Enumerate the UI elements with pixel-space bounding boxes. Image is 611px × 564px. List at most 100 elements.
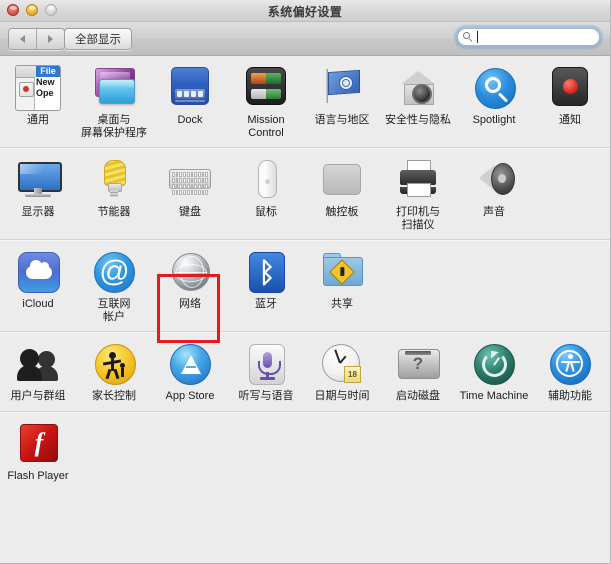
prefs-row-other: f Flash Player (0, 412, 610, 491)
back-button[interactable] (9, 29, 36, 49)
navigation-buttons (8, 28, 65, 50)
pref-pane-label: App Store (165, 390, 215, 402)
pref-pane-dictation-speech[interactable]: 听写与语音 (228, 341, 304, 403)
time-machine-icon (471, 341, 517, 387)
network-icon (167, 249, 213, 295)
search-icon (463, 31, 474, 43)
pref-pane-label: Flash Player (7, 469, 69, 482)
pref-pane-label: 触控板 (325, 206, 359, 218)
pref-pane-label: Spotlight (472, 114, 516, 126)
toolbar: 全部显示 (0, 22, 610, 56)
pref-pane-label: iCloud (22, 298, 54, 310)
pref-pane-label: Dock (177, 114, 203, 126)
pref-pane-label: 安全性与隐私 (385, 114, 451, 126)
pref-pane-label: 声音 (483, 206, 505, 218)
pref-pane-label: 键盘 (179, 206, 201, 218)
prefs-row-personal: File New Ope 通用 桌面与 屏幕保护程序 Dock Mission … (0, 56, 610, 148)
chevron-left-icon (20, 35, 25, 43)
bluetooth-icon: ᛒ (243, 249, 289, 295)
forward-button[interactable] (36, 29, 64, 49)
pref-pane-label: 节能器 (97, 206, 131, 218)
pref-pane-mission-control[interactable]: Mission Control (228, 65, 304, 139)
pref-pane-sharing[interactable]: 共享 (304, 249, 380, 323)
icloud-icon (15, 249, 61, 295)
pref-pane-sound[interactable]: 声音 (456, 157, 532, 231)
mouse-icon (243, 157, 289, 203)
pref-pane-label: 辅助功能 (548, 390, 592, 402)
pref-pane-desktop-screensaver[interactable]: 桌面与 屏幕保护程序 (76, 65, 152, 139)
prefs-row-hardware: 显示器 节能器 键盘 鼠标 触控板 打印机与 扫描仪 声音 (0, 148, 610, 240)
pref-pane-label: 用户与群组 (10, 390, 66, 402)
pref-pane-label: 打印机与 扫描仪 (396, 206, 440, 231)
pref-pane-icloud[interactable]: iCloud (0, 249, 76, 323)
chevron-right-icon (48, 35, 53, 43)
pref-pane-label: 语言与地区 (314, 114, 370, 126)
desktop-screensaver-icon (91, 65, 137, 111)
pref-pane-network[interactable]: 网络 (152, 249, 228, 323)
pref-pane-internet-accounts[interactable]: @ 互联网 帐户 (76, 249, 152, 323)
pref-pane-displays[interactable]: 显示器 (0, 157, 76, 231)
pref-pane-energy-saver[interactable]: 节能器 (76, 157, 152, 231)
system-preferences-window: 系统偏好设置 全部显示 File New Ope 通用 桌面与 屏幕保护程序 D… (0, 0, 611, 564)
pref-pane-label: 共享 (331, 298, 353, 310)
pref-pane-language-region[interactable]: 语言与地区 (304, 65, 380, 139)
pref-pane-label: 家长控制 (92, 390, 136, 402)
users-groups-icon (15, 341, 61, 387)
accessibility-icon (547, 341, 593, 387)
pref-pane-parental-controls[interactable]: 家长控制 (76, 341, 152, 403)
general-icon-file-label: File (36, 66, 60, 77)
energy-saver-icon (91, 157, 137, 203)
prefs-row-internet-wireless: iCloud @ 互联网 帐户 网络 ᛒ 蓝牙 共享 (0, 240, 610, 332)
pref-pane-security-privacy[interactable]: 安全性与隐私 (380, 65, 456, 139)
pref-pane-spotlight[interactable]: Spotlight (456, 65, 532, 139)
question-mark-glyph: ? (412, 354, 424, 373)
pref-pane-label: Mission Control (247, 114, 285, 139)
pref-pane-label: 日期与时间 (314, 390, 370, 402)
pref-pane-notifications[interactable]: 通知 (532, 65, 608, 139)
security-privacy-icon (395, 65, 441, 111)
pref-pane-printers-scanners[interactable]: 打印机与 扫描仪 (380, 157, 456, 231)
pref-pane-label: 桌面与 屏幕保护程序 (81, 114, 147, 139)
pref-pane-bluetooth[interactable]: ᛒ 蓝牙 (228, 249, 304, 323)
pref-pane-app-store[interactable]: App Store (152, 341, 228, 403)
date-time-icon: 18 (319, 341, 365, 387)
prefs-row-system: 用户与群组 家长控制 App Store 听写与语音 18 日期与时间 ? 启动… (0, 332, 610, 412)
window-titlebar: 系统偏好设置 (0, 0, 610, 22)
show-all-button[interactable]: 全部显示 (64, 28, 132, 50)
pref-pane-label: 听写与语音 (238, 390, 294, 402)
pref-pane-users-groups[interactable]: 用户与群组 (0, 341, 76, 403)
keyboard-icon (167, 157, 213, 203)
calendar-day-label: 18 (344, 366, 361, 383)
pref-pane-label: 蓝牙 (255, 298, 277, 310)
trackpad-icon (319, 157, 365, 203)
search-field-focus-ring (455, 26, 602, 48)
pref-pane-flash-player[interactable]: f Flash Player (0, 421, 76, 483)
pref-pane-label: 通用 (27, 114, 49, 126)
flash-glyph: f (34, 427, 44, 457)
notifications-icon (547, 65, 593, 111)
preference-panes-grid: File New Ope 通用 桌面与 屏幕保护程序 Dock Mission … (0, 56, 610, 563)
pref-pane-date-time[interactable]: 18 日期与时间 (304, 341, 380, 403)
pref-pane-trackpad[interactable]: 触控板 (304, 157, 380, 231)
text-caret (477, 31, 478, 43)
pref-pane-keyboard[interactable]: 键盘 (152, 157, 228, 231)
sharing-icon (319, 249, 365, 295)
pref-pane-mouse[interactable]: 鼠标 (228, 157, 304, 231)
dictation-speech-icon (243, 341, 289, 387)
pref-pane-label: 启动磁盘 (396, 390, 440, 402)
mission-control-icon (243, 65, 289, 111)
app-store-icon (167, 341, 213, 387)
pref-pane-label: Time Machine (459, 390, 529, 402)
pref-pane-dock[interactable]: Dock (152, 65, 228, 139)
pref-pane-label: 鼠标 (255, 206, 277, 218)
general-icon: File New Ope (15, 65, 61, 111)
search-input[interactable] (457, 28, 600, 46)
dock-icon (167, 65, 213, 111)
pref-pane-startup-disk[interactable]: ? 启动磁盘 (380, 341, 456, 403)
pref-pane-time-machine[interactable]: Time Machine (456, 341, 532, 403)
pref-pane-general[interactable]: File New Ope 通用 (0, 65, 76, 139)
window-title: 系统偏好设置 (267, 5, 343, 19)
pref-pane-accessibility[interactable]: 辅助功能 (532, 341, 608, 403)
language-region-icon (319, 65, 365, 111)
bluetooth-glyph: ᛒ (258, 256, 276, 288)
